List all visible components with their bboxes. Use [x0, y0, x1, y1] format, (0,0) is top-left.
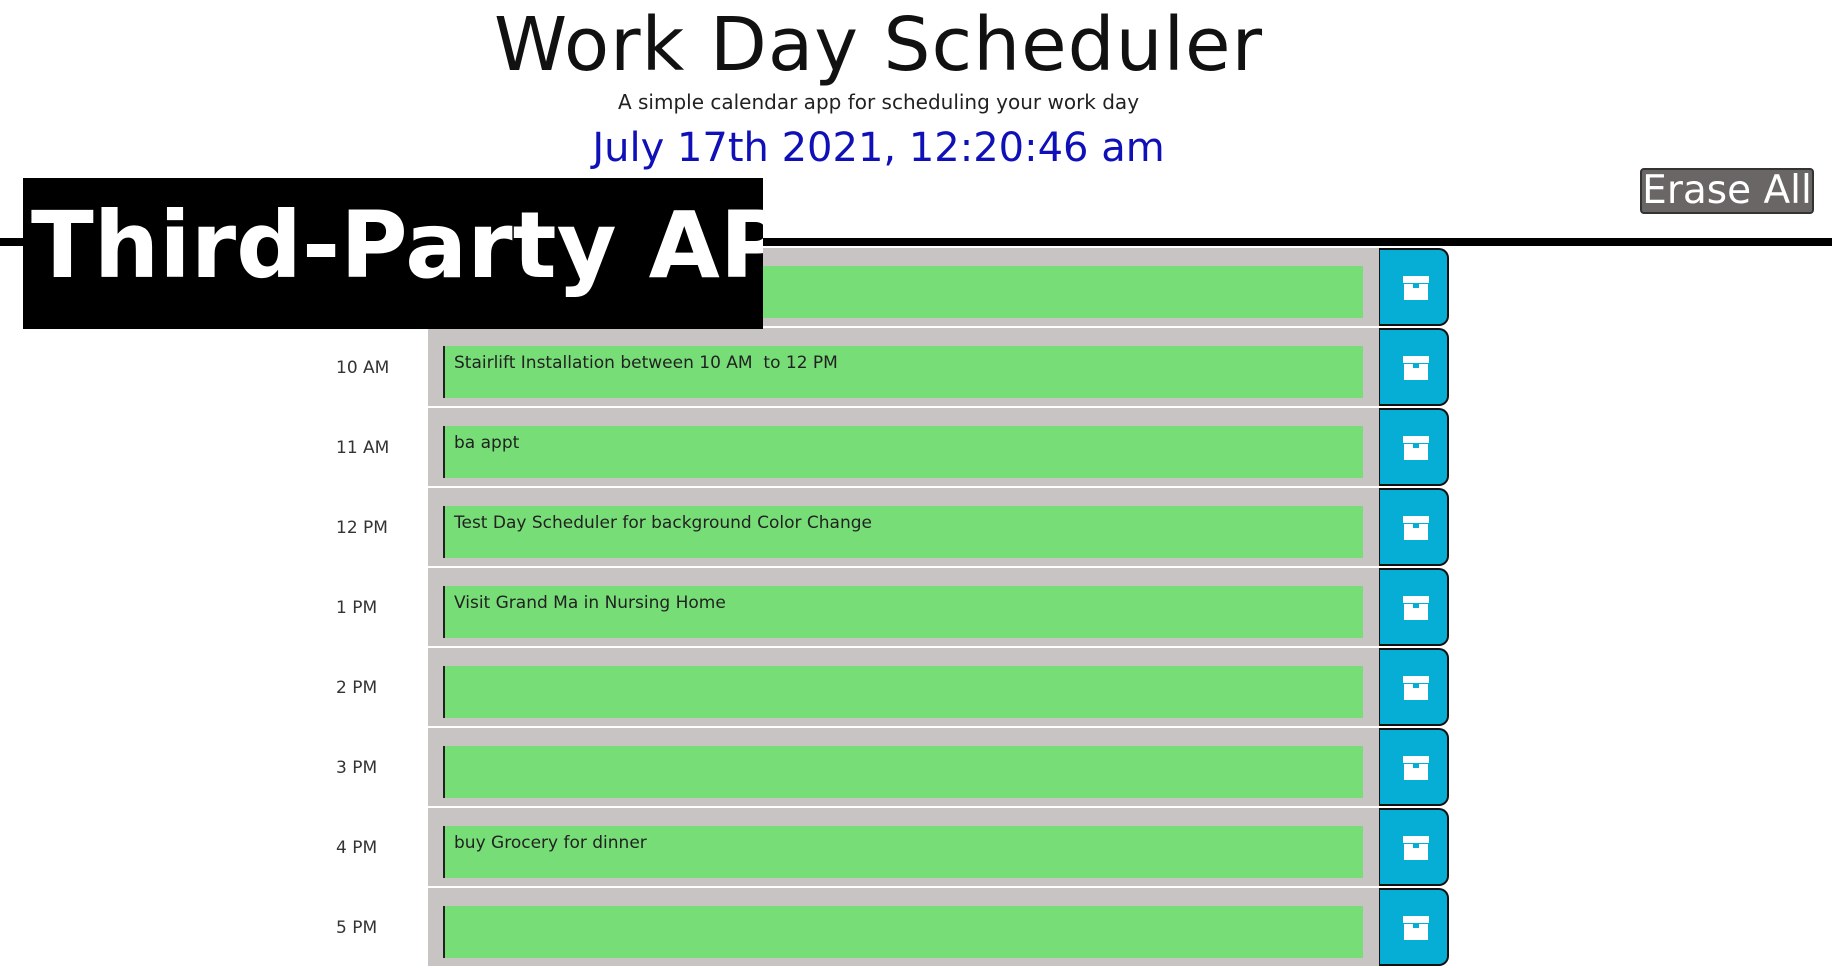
time-block-row: 3 PM [0, 728, 1832, 808]
description-textarea[interactable]: Test Day Scheduler for background Color … [443, 506, 1363, 558]
save-button[interactable] [1379, 648, 1449, 726]
save-button[interactable] [1379, 808, 1449, 886]
hour-label: 12 PM [336, 518, 388, 538]
description-cell: Test Day Scheduler for background Color … [428, 488, 1379, 568]
description-textarea[interactable] [443, 906, 1363, 958]
page-title: Work Day Scheduler [493, 2, 1264, 88]
hour-label: 10 AM [336, 358, 390, 378]
time-block-row: 5 PM [0, 888, 1832, 968]
description-textarea[interactable]: Stairlift Installation between 10 AM to … [443, 346, 1363, 398]
save-icon [1403, 916, 1429, 940]
description-textarea[interactable] [443, 746, 1363, 798]
save-button[interactable] [1379, 248, 1449, 326]
hour-label: 3 PM [336, 758, 378, 778]
current-day: July 17th 2021, 12:20:46 am [592, 125, 1165, 171]
description-cell: Stairlift Installation between 10 AM to … [428, 328, 1379, 408]
time-block-row: 11 AM ba appt [0, 408, 1832, 488]
save-button[interactable] [1379, 888, 1449, 966]
time-block-row: 2 PM [0, 648, 1832, 728]
description-textarea[interactable] [443, 666, 1363, 718]
description-cell: Visit Grand Ma in Nursing Home [428, 568, 1379, 648]
scheduler-page: Work Day Scheduler A simple calendar app… [0, 0, 1832, 968]
save-button[interactable] [1379, 408, 1449, 486]
hour-label: 4 PM [336, 838, 378, 858]
time-block-row: 1 PM Visit Grand Ma in Nursing Home [0, 568, 1832, 648]
save-icon [1403, 756, 1429, 780]
hour-label: 1 PM [336, 598, 378, 618]
description-cell: ba appt [428, 408, 1379, 488]
save-button[interactable] [1379, 728, 1449, 806]
description-cell [428, 728, 1379, 808]
save-icon [1403, 516, 1429, 540]
description-textarea[interactable]: buy Grocery for dinner [443, 826, 1363, 878]
save-button[interactable] [1379, 568, 1449, 646]
time-block-row: 12 PM Test Day Scheduler for background … [0, 488, 1832, 568]
save-button[interactable] [1379, 488, 1449, 566]
hour-label: 5 PM [336, 918, 378, 938]
description-textarea[interactable]: Visit Grand Ma in Nursing Home [443, 586, 1363, 638]
save-icon [1403, 356, 1429, 380]
save-icon [1403, 276, 1429, 300]
save-icon [1403, 436, 1429, 460]
hour-label: 2 PM [336, 678, 378, 698]
description-cell [428, 888, 1379, 968]
description-cell [428, 648, 1379, 728]
save-icon [1403, 596, 1429, 620]
page-subtitle: A simple calendar app for scheduling you… [617, 90, 1140, 114]
hour-label: 11 AM [336, 438, 390, 458]
erase-all-button[interactable]: Erase All [1640, 168, 1814, 214]
overlay-banner: Third-Party APIs [23, 178, 763, 329]
save-button[interactable] [1379, 328, 1449, 406]
time-block-row: 4 PM buy Grocery for dinner [0, 808, 1832, 888]
description-cell: buy Grocery for dinner [428, 808, 1379, 888]
save-icon [1403, 836, 1429, 860]
time-block-row: 10 AM Stairlift Installation between 10 … [0, 328, 1832, 408]
description-textarea[interactable]: ba appt [443, 426, 1363, 478]
save-icon [1403, 676, 1429, 700]
